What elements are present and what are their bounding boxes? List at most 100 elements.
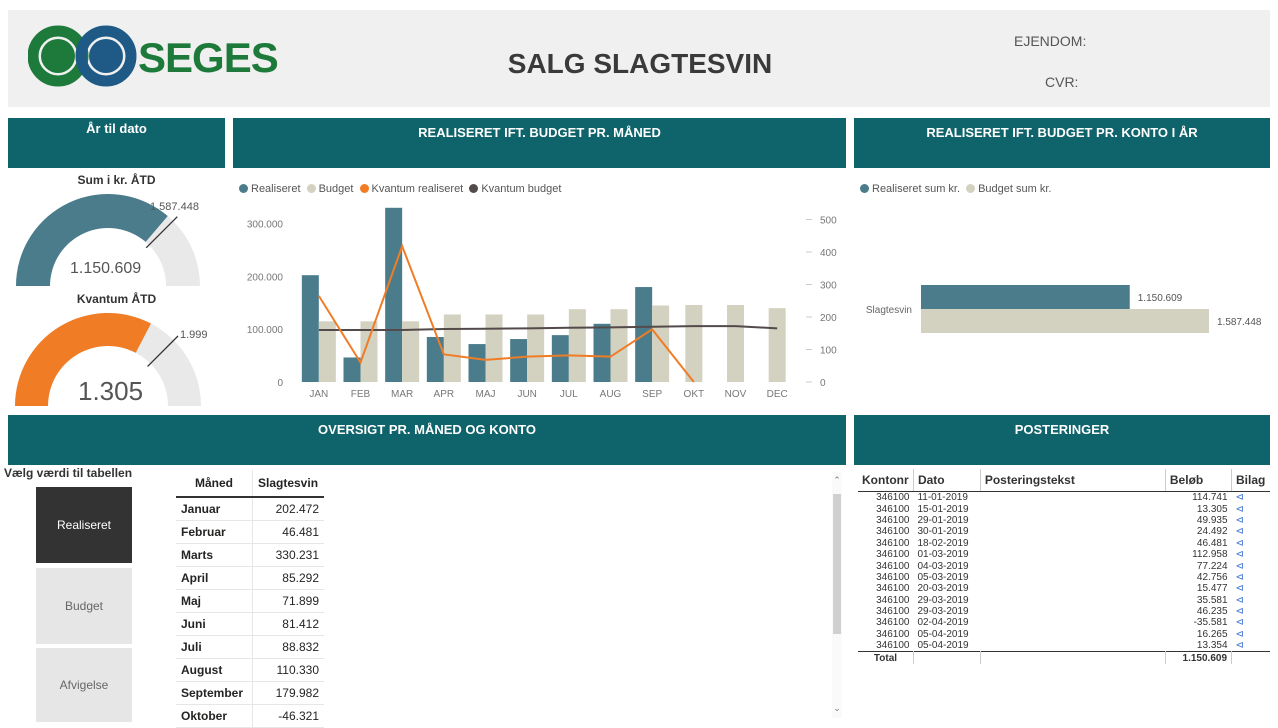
- total-row: Total 1.150.609: [858, 651, 1270, 664]
- bilag-link-icon[interactable]: ⊲: [1232, 583, 1270, 594]
- category-label: Slagtesvin: [866, 305, 912, 316]
- value-cell: -46.321: [252, 704, 324, 728]
- table-row: 346100 15-01-2019 13.305 ⊲: [858, 503, 1270, 515]
- slicer-option-budget[interactable]: Budget: [36, 568, 132, 644]
- data-label-budget: 1.587.448: [1217, 317, 1262, 328]
- value-cell: 202.472: [252, 497, 324, 521]
- bilag-link-icon[interactable]: ⊲: [1232, 606, 1270, 617]
- value-cell: 46.481: [252, 520, 324, 544]
- bilag-link-icon[interactable]: ⊲: [1232, 538, 1270, 549]
- belob-cell: 24.492: [1196, 526, 1228, 538]
- monthly-legend: Realiseret Budget Kvantum realiseret Kva…: [239, 183, 561, 195]
- col-dato[interactable]: Dato: [913, 469, 981, 492]
- table-row: Maj 71.899: [176, 589, 324, 613]
- konto-cell: 346100: [876, 583, 910, 595]
- table-row: 346100 02-04-2019 -35.581 ⊲: [858, 617, 1270, 628]
- legend-budget: Budget: [318, 183, 354, 195]
- konto-cell: 346100: [876, 571, 910, 583]
- y-tick-left: 0: [277, 378, 283, 389]
- col-bilag[interactable]: Bilag: [1231, 469, 1270, 492]
- konto-cell: 346100: [876, 514, 910, 526]
- bilag-link-icon[interactable]: ⊲: [1232, 526, 1270, 537]
- scroll-up-icon[interactable]: ⌃: [832, 474, 842, 486]
- bar-realiseret-sum: [921, 285, 1130, 309]
- data-label-realiseret: 1.150.609: [1138, 293, 1183, 304]
- col-belob[interactable]: Beløb: [1165, 469, 1233, 492]
- ytd-panel-title: År til dato: [86, 121, 147, 136]
- slicer-option-afvigelse[interactable]: Afvigelse: [36, 648, 132, 722]
- y-tick-right: 400: [820, 248, 837, 259]
- value-cell: 81.412: [252, 612, 324, 636]
- month-cell: Oktober: [176, 704, 253, 728]
- bilag-link-icon[interactable]: ⊲: [1232, 640, 1270, 652]
- dato-cell: 30-01-2019: [917, 526, 969, 538]
- bar-realiseret: [385, 207, 403, 382]
- legend-realiseret: Realiseret: [251, 183, 301, 195]
- value-cell: 110.330: [252, 658, 324, 682]
- dato-cell: 11-01-2019: [917, 492, 968, 504]
- konto-chart: Slagtesvin 1.150.609 1.587.448: [866, 285, 1262, 333]
- overview-scrollbar[interactable]: ⌃ ⌄: [832, 472, 842, 718]
- table-row: 346100 05-04-2019 13.354 ⊲: [858, 640, 1270, 652]
- total-label: Total: [858, 651, 914, 664]
- bilag-link-icon[interactable]: ⊲: [1232, 629, 1270, 640]
- kvantum-gauge-title: Kvantum ÅTD: [76, 292, 157, 306]
- overview-header: OVERSIGT PR. MÅNED OG KONTO: [8, 415, 846, 465]
- y-tick-left: 200.000: [247, 272, 284, 283]
- col-slagtesvin[interactable]: Slagtesvin: [252, 470, 324, 498]
- bar-realiseret: [301, 275, 319, 382]
- konto-chart-title: REALISERET IFT. BUDGET PR. KONTO I ÅR: [926, 125, 1198, 140]
- konto-cell: 346100: [876, 560, 910, 572]
- bilag-link-icon[interactable]: ⊲: [1232, 617, 1270, 628]
- scrollbar-thumb[interactable]: [833, 494, 841, 634]
- x-tick-label: APR: [434, 389, 455, 400]
- belob-cell: 46.481: [1196, 537, 1228, 549]
- value-cell: 330.231: [252, 543, 324, 567]
- belob-cell: 15.477: [1196, 583, 1228, 595]
- col-maaned[interactable]: Måned: [176, 470, 253, 498]
- bilag-link-icon[interactable]: ⊲: [1232, 572, 1270, 583]
- slicer-option-label: Afvigelse: [59, 678, 109, 692]
- x-tick-label: OKT: [684, 389, 705, 400]
- seges-logo-rings: [27, 25, 137, 87]
- bar-realiseret: [343, 357, 361, 382]
- bar-budget-sum: [921, 309, 1209, 333]
- table-row: Februar 46.481: [176, 520, 324, 544]
- bar-budget: [652, 305, 670, 382]
- konto-legend: Realiseret sum kr. Budget sum kr.: [860, 183, 1051, 195]
- bilag-link-icon[interactable]: ⊲: [1232, 595, 1270, 606]
- col-posteringstekst[interactable]: Posteringstekst: [980, 469, 1166, 492]
- table-row: 346100 30-01-2019 24.492 ⊲: [858, 526, 1270, 537]
- konto-cell: 346100: [876, 549, 910, 561]
- bilag-link-icon[interactable]: ⊲: [1232, 503, 1270, 515]
- scroll-down-icon[interactable]: ⌄: [832, 702, 842, 714]
- dato-cell: 04-03-2019: [917, 560, 969, 572]
- belob-cell: 42.756: [1196, 571, 1228, 583]
- value-cell: 179.982: [252, 681, 324, 705]
- bilag-link-icon[interactable]: ⊲: [1232, 492, 1270, 504]
- col-kontonr[interactable]: Kontonr: [858, 469, 914, 492]
- bilag-link-icon[interactable]: ⊲: [1232, 515, 1270, 526]
- belob-cell: -35.581: [1193, 617, 1228, 629]
- bar-realiseret: [426, 337, 444, 382]
- konto-cell: 346100: [876, 537, 910, 549]
- legend-kvantum-realiseret: Kvantum realiseret: [371, 183, 464, 195]
- month-table-header: Måned Slagtesvin: [176, 470, 324, 498]
- slicer-option-label: Budget: [64, 599, 104, 613]
- y-tick-right: 300: [820, 281, 837, 292]
- month-cell: Marts: [176, 543, 253, 567]
- table-row: Januar 202.472: [176, 497, 324, 521]
- dato-cell: 15-01-2019: [917, 503, 969, 515]
- kvantum-gauge-value: 1.305: [78, 376, 144, 406]
- postings-title: POSTERINGER: [1014, 422, 1110, 437]
- ytd-panel-header: År til dato: [8, 118, 225, 168]
- bilag-link-icon[interactable]: ⊲: [1232, 549, 1270, 560]
- month-cell: Januar: [176, 497, 253, 521]
- month-cell: April: [176, 566, 253, 590]
- konto-chart-header: REALISERET IFT. BUDGET PR. KONTO I ÅR: [854, 118, 1270, 168]
- bar-realiseret: [593, 323, 611, 382]
- dato-cell: 05-03-2019: [917, 571, 969, 583]
- slicer-option-realiseret[interactable]: Realiseret: [36, 487, 132, 563]
- bilag-link-icon[interactable]: ⊲: [1232, 560, 1270, 572]
- table-row: August 110.330: [176, 658, 324, 682]
